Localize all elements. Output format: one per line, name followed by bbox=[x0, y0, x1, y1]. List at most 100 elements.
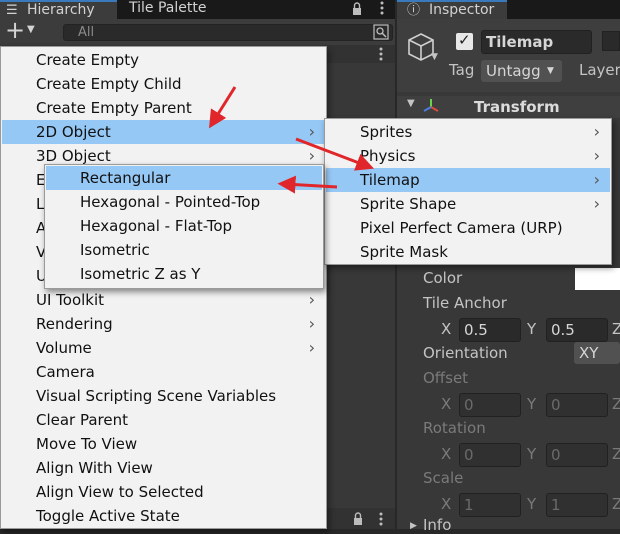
bottom-kebab-icon[interactable] bbox=[377, 511, 385, 527]
orientation-label: Orientation bbox=[423, 344, 508, 362]
scale-label: Scale bbox=[423, 469, 464, 487]
menu-item-label: Visual Scripting Scene Variables bbox=[36, 387, 277, 405]
search-placeholder: All bbox=[78, 25, 95, 40]
tile-anchor-label: Tile Anchor bbox=[423, 294, 507, 312]
add-icon: + bbox=[5, 16, 26, 44]
offset-y-field: 0 bbox=[546, 393, 608, 417]
info-circle-icon: ⓘ bbox=[407, 3, 421, 18]
object-name-value: Tilemap bbox=[486, 33, 554, 51]
scale-x-value: 1 bbox=[464, 496, 474, 514]
menu-item-label: Volume bbox=[36, 339, 92, 357]
anchor-z-label: Z bbox=[612, 320, 620, 338]
menu-item-label: Pixel Perfect Camera (URP) bbox=[360, 219, 563, 237]
submenu-arrow-icon: › bbox=[308, 122, 315, 141]
menu-item-label: 2D Object bbox=[36, 123, 111, 141]
menu-item-label: Isometric Z as Y bbox=[80, 265, 201, 283]
tilemap-item-rectangular[interactable]: Rectangular bbox=[46, 166, 322, 190]
orientation-dropdown[interactable]: XY bbox=[574, 342, 620, 364]
scale-y-field: 1 bbox=[546, 493, 608, 517]
offset-y-label: Y bbox=[527, 395, 537, 413]
transform-title: Transform bbox=[474, 98, 560, 116]
menu-item-create-empty-parent[interactable]: Create Empty Parent bbox=[2, 96, 325, 120]
layer-label: Layer bbox=[579, 61, 620, 79]
rotation-x-field: 0 bbox=[459, 443, 521, 467]
submenu-arrow-icon: › bbox=[593, 194, 600, 213]
menu-item-label: Isometric bbox=[80, 241, 150, 259]
offset-x-field: 0 bbox=[459, 393, 521, 417]
submenu-tilemap: Rectangular Hexagonal - Pointed-Top Hexago… bbox=[44, 164, 324, 289]
menu-item-toggle-active-state[interactable]: Toggle Active State bbox=[2, 504, 325, 528]
anchor-x-field[interactable]: 0.5 bbox=[459, 318, 521, 342]
menu-item-align-with-view[interactable]: Align With View bbox=[2, 456, 325, 480]
menu-item-create-empty-child[interactable]: Create Empty Child bbox=[2, 72, 325, 96]
submenu-arrow-icon: › bbox=[308, 338, 315, 357]
menu-item-label: Toggle Active State bbox=[36, 507, 180, 525]
menu-item-label: Camera bbox=[36, 363, 95, 381]
menu-item-label: Move To View bbox=[36, 435, 138, 453]
submenu-item-sprite-shape[interactable]: Sprite Shape › bbox=[326, 192, 610, 216]
submenu-item-physics[interactable]: Physics › bbox=[326, 144, 610, 168]
submenu-item-sprite-mask[interactable]: Sprite Mask bbox=[326, 240, 610, 264]
menu-item-create-empty[interactable]: Create Empty bbox=[2, 48, 325, 72]
offset-x-value: 0 bbox=[464, 396, 474, 414]
lock-icon[interactable] bbox=[351, 1, 363, 16]
submenu-arrow-icon: › bbox=[308, 290, 315, 309]
tag-value: Untagg bbox=[486, 62, 541, 80]
tab-inspector[interactable]: ⓘ Inspector bbox=[397, 0, 507, 19]
menu-item-label: Clear Parent bbox=[36, 411, 129, 429]
rotation-z-label: Z bbox=[612, 445, 620, 463]
static-checkbox[interactable] bbox=[602, 31, 620, 51]
scale-y-label: Y bbox=[527, 495, 537, 513]
anchor-y-field[interactable]: 0.5 bbox=[546, 318, 608, 342]
tilemap-item-isometric-z-as-y[interactable]: Isometric Z as Y bbox=[46, 262, 322, 286]
info-foldout-icon[interactable]: ▶ bbox=[410, 521, 417, 531]
tab-tile-palette-label: Tile Palette bbox=[129, 0, 207, 16]
submenu-item-sprites[interactable]: Sprites › bbox=[326, 120, 610, 144]
menu-item-label: Hexagonal - Pointed-Top bbox=[80, 193, 261, 211]
dropdown-arrow-icon: ▼ bbox=[27, 24, 35, 35]
tilemap-item-hexagonal-flat-top[interactable]: Hexagonal - Flat-Top bbox=[46, 214, 322, 238]
foldout-arrow-icon: ▼ bbox=[407, 98, 415, 109]
menu-item-align-view-to-selected[interactable]: Align View to Selected bbox=[2, 480, 325, 504]
add-object-button[interactable]: + ▼ bbox=[3, 16, 39, 44]
transform-axes-icon bbox=[423, 98, 439, 114]
tilemap-item-isometric[interactable]: Isometric bbox=[46, 238, 322, 262]
kebab-menu-icon[interactable] bbox=[378, 0, 386, 16]
tag-dropdown[interactable]: Untagg ▼ bbox=[481, 60, 562, 82]
search-input[interactable]: All bbox=[63, 24, 393, 41]
menu-item-move-to-view[interactable]: Move To View bbox=[2, 432, 325, 456]
anchor-y-label: Y bbox=[527, 320, 537, 338]
menu-item-camera[interactable]: Camera bbox=[2, 360, 325, 384]
menu-item-rendering[interactable]: Rendering › bbox=[2, 312, 325, 336]
scale-y-value: 1 bbox=[551, 496, 561, 514]
transform-header[interactable]: ▼ Transform bbox=[397, 96, 620, 118]
color-swatch[interactable] bbox=[575, 268, 620, 290]
menu-item-clear-parent[interactable]: Clear Parent bbox=[2, 408, 325, 432]
submenu-item-tilemap[interactable]: Tilemap › bbox=[326, 168, 610, 192]
menu-item-ui-toolkit[interactable]: UI Toolkit › bbox=[2, 288, 325, 312]
bottom-bar bbox=[325, 508, 395, 529]
rotation-x-label: X bbox=[441, 445, 452, 463]
tab-inspector-label: Inspector bbox=[429, 2, 495, 18]
scene-header-bar bbox=[325, 45, 395, 63]
object-name-field[interactable]: Tilemap bbox=[481, 30, 592, 54]
menu-item-label: Rendering bbox=[36, 315, 113, 333]
submenu-item-pixel-perfect-camera-urp[interactable]: Pixel Perfect Camera (URP) bbox=[326, 216, 610, 240]
tab-tile-palette[interactable]: Tile Palette bbox=[119, 0, 339, 19]
menu-item-visual-scripting-scene-variables[interactable]: Visual Scripting Scene Variables bbox=[2, 384, 325, 408]
active-checkbox[interactable]: ✓ bbox=[456, 31, 473, 50]
rotation-x-value: 0 bbox=[464, 446, 474, 464]
anchor-x-value: 0.5 bbox=[464, 321, 488, 339]
icon-dropdown-icon[interactable]: ▼ bbox=[431, 52, 438, 62]
tilemap-item-hexagonal-pointed-top[interactable]: Hexagonal - Pointed-Top bbox=[46, 190, 322, 214]
offset-z-label: Z bbox=[612, 395, 620, 413]
check-icon: ✓ bbox=[458, 31, 471, 49]
menu-item-volume[interactable]: Volume › bbox=[2, 336, 325, 360]
chevron-down-icon: ▼ bbox=[547, 66, 554, 76]
submenu-arrow-icon: › bbox=[308, 314, 315, 333]
bottom-lock-icon[interactable] bbox=[352, 511, 364, 526]
menu-item-label: UI Toolkit bbox=[36, 291, 105, 309]
scene-kebab-icon[interactable] bbox=[377, 46, 385, 62]
menu-item-2d-object[interactable]: 2D Object › bbox=[2, 120, 325, 144]
search-filter-icon[interactable] bbox=[373, 24, 389, 40]
